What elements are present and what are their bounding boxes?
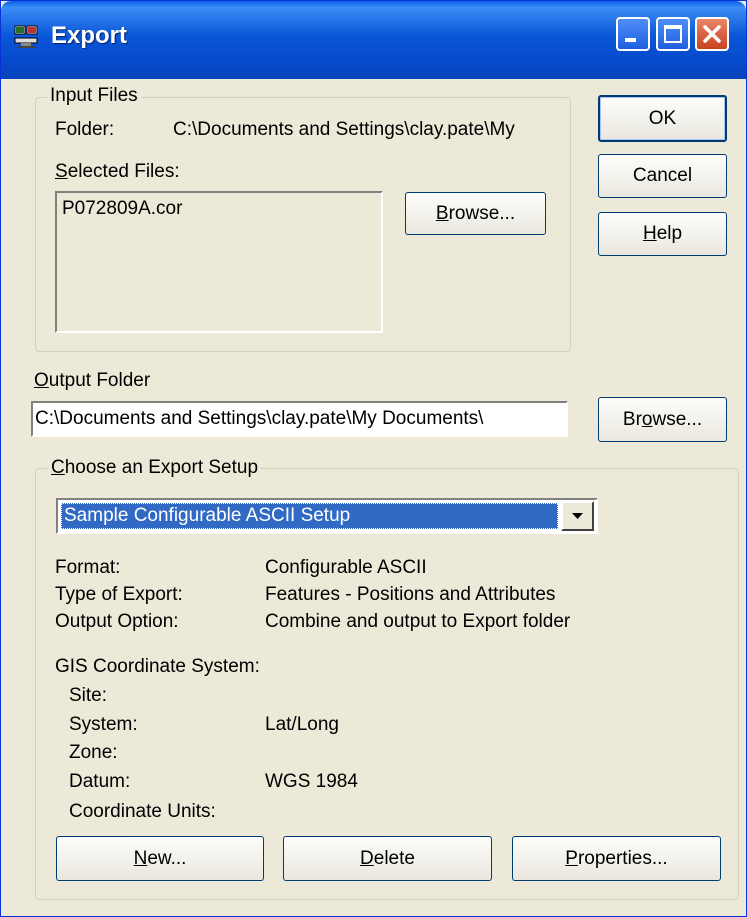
coordinate-units-label: Coordinate Units: — [69, 801, 216, 822]
output-option-value: Combine and output to Export folder — [265, 611, 571, 632]
new-label: New... — [133, 847, 187, 869]
zone-label: Zone: — [69, 742, 118, 763]
window-title: Export — [51, 22, 128, 49]
datum-value: WGS 1984 — [265, 771, 358, 792]
folder-label: Folder: — [55, 119, 115, 140]
new-button[interactable]: New... — [56, 836, 264, 881]
output-browse-label: Browse... — [622, 408, 703, 430]
datum-label: Datum: — [69, 771, 131, 792]
delete-label: Delete — [360, 847, 415, 869]
format-value: Configurable ASCII — [265, 557, 427, 578]
input-browse-label: Browse... — [435, 202, 516, 224]
chevron-down-icon — [572, 513, 583, 519]
properties-button[interactable]: Properties... — [512, 836, 721, 881]
export-setup-select[interactable]: Sample Configurable ASCII Setup — [56, 498, 598, 534]
minimize-button[interactable] — [616, 17, 650, 51]
help-button[interactable]: Help — [598, 212, 727, 256]
selected-files-list[interactable]: P072809A.cor — [55, 191, 383, 333]
input-files-legend: Input Files — [47, 85, 141, 107]
close-button[interactable] — [695, 17, 729, 51]
cancel-button[interactable]: Cancel — [598, 154, 727, 198]
export-dialog: Export Input Files Folder: C:\Documents … — [0, 0, 747, 917]
title-bar[interactable]: Export — [1, 1, 746, 79]
input-browse-button[interactable]: Browse... — [405, 192, 546, 235]
minimize-icon — [625, 38, 636, 42]
gis-coordinate-system-label: GIS Coordinate System: — [55, 656, 260, 677]
maximize-icon — [664, 25, 682, 43]
system-value: Lat/Long — [265, 714, 339, 735]
output-folder-value: C:\Documents and Settings\clay.pate\My D… — [35, 408, 484, 429]
cancel-label: Cancel — [632, 165, 693, 186]
output-browse-button[interactable]: Browse... — [598, 397, 727, 442]
ok-label: OK — [648, 107, 677, 129]
format-label: Format: — [55, 557, 121, 578]
folder-value: C:\Documents and Settings\clay.pate\My — [173, 119, 515, 140]
ok-button[interactable]: OK — [598, 95, 727, 142]
maximize-button[interactable] — [656, 17, 690, 51]
output-folder-label: Output Folder — [34, 370, 151, 391]
delete-button[interactable]: Delete — [283, 836, 492, 881]
output-folder-input[interactable]: C:\Documents and Settings\clay.pate\My D… — [31, 401, 568, 437]
system-label: System: — [69, 714, 138, 735]
list-item[interactable]: P072809A.cor — [62, 198, 182, 220]
app-icon — [14, 25, 38, 48]
properties-label: Properties... — [565, 847, 668, 869]
output-option-label: Output Option: — [55, 611, 179, 632]
export-setup-selected: Sample Configurable ASCII Setup — [64, 505, 351, 526]
type-of-export-value: Features - Positions and Attributes — [265, 584, 556, 605]
export-setup-legend: Choose an Export Setup — [48, 457, 262, 479]
help-label: Help — [642, 223, 683, 244]
dropdown-button[interactable] — [561, 501, 594, 531]
site-label: Site: — [69, 685, 108, 706]
type-of-export-label: Type of Export: — [55, 584, 183, 605]
selected-files-label: Selected Files: — [55, 161, 180, 182]
close-icon — [703, 25, 721, 43]
